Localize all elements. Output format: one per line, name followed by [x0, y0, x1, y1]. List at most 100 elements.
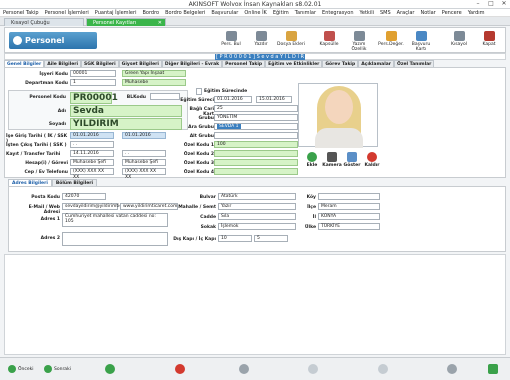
- adi-label: Adı: [57, 109, 66, 114]
- isyeri-kodu-field[interactable]: 00001: [70, 70, 116, 77]
- application-card-button[interactable]: Başvuru Kartı: [407, 30, 435, 52]
- gorev-field[interactable]: Muhasebe Şefi: [122, 159, 166, 166]
- menu-egitim[interactable]: Eğitim: [270, 9, 292, 17]
- menu-basvurular[interactable]: Başvurular: [208, 9, 241, 17]
- ev-field[interactable]: (XXX) XXX XX XX: [122, 168, 166, 180]
- email-label: E-Mail / Web Adresi: [28, 205, 60, 215]
- menu-puantaj[interactable]: Puantaj İşlemleri: [92, 9, 140, 17]
- kapi-label: Dış Kapı / İç Kapı: [173, 237, 216, 242]
- departman-adi-field: Muhasebe: [122, 79, 186, 86]
- hesap-field[interactable]: Muhasebe Şefi: [70, 159, 114, 166]
- menu-sms[interactable]: SMS: [377, 9, 394, 17]
- save-record-icon[interactable]: [308, 364, 318, 374]
- menu-personel-takip[interactable]: Personel Takip: [0, 9, 42, 17]
- ic-kapi-field[interactable]: 5: [254, 235, 288, 242]
- cep-field[interactable]: (XXX) XXX XX XX: [70, 168, 114, 180]
- giris-ssk-field[interactable]: 01.01.2016: [122, 132, 166, 139]
- grubu-select[interactable]: YÖNETİM: [214, 114, 298, 121]
- blkodu-field[interactable]: [150, 93, 180, 100]
- menu-entegrasyon[interactable]: Entegrasyon: [319, 9, 356, 17]
- adres-2-field[interactable]: [62, 232, 168, 246]
- menu-personel-islemleri[interactable]: Personel İşlemleri: [42, 9, 92, 17]
- shortcut-button[interactable]: Kısayol: [445, 30, 473, 52]
- soyadi-field[interactable]: YILDIRIM: [70, 118, 182, 130]
- departman-label: Departman Kodu: [25, 81, 68, 86]
- ozel-kodu-1-field[interactable]: 100: [214, 141, 298, 148]
- menu-yetkili[interactable]: Yetkili: [356, 9, 377, 17]
- previous-button[interactable]: Önceki: [8, 364, 34, 375]
- page-title: Personel Kayıtları: [9, 32, 97, 62]
- egitim-checkbox[interactable]: [196, 88, 202, 95]
- remove-photo-button[interactable]: Kaldır: [362, 152, 382, 168]
- menu-bordro[interactable]: Bordro: [139, 9, 162, 17]
- evaluation-button[interactable]: Pers.Değer.: [377, 30, 405, 52]
- photo-shoulders: [315, 128, 363, 148]
- egitim-bitis-field[interactable]: 15.01.2016: [256, 96, 292, 103]
- find-person-button[interactable]: Pers. Bul: [217, 30, 245, 52]
- toolbar-label: Pers.Değer.: [378, 42, 404, 47]
- bulvar-field[interactable]: Atatürk: [218, 193, 296, 200]
- close-icon[interactable]: ✕: [498, 0, 510, 8]
- ozel-kodu-2-field[interactable]: [214, 150, 298, 157]
- email-field[interactable]: sevdayildirim@yildirimtic: [62, 203, 122, 210]
- ulke-field[interactable]: TÜRKİYE: [318, 223, 380, 230]
- edit-record-icon[interactable]: [239, 364, 249, 374]
- camera-button[interactable]: Kamera: [322, 152, 342, 168]
- web-field[interactable]: www.yildirimticaret.com: [120, 203, 178, 210]
- menu-tanimlar[interactable]: Tanımlar: [292, 9, 319, 17]
- menu-yardim[interactable]: Yardım: [465, 9, 488, 17]
- card-icon: [415, 31, 427, 41]
- sokak-field[interactable]: İşlemok: [218, 223, 296, 230]
- adi-field[interactable]: Sevda: [70, 105, 182, 117]
- tab-kisayol[interactable]: Kısayol Çubuğu: [4, 18, 84, 26]
- next-button[interactable]: Sonraki: [44, 364, 71, 375]
- menu-pencere[interactable]: Pencere: [439, 9, 465, 17]
- ozel-kodu-4-field[interactable]: [214, 168, 298, 175]
- cikis-field[interactable]: . .: [70, 141, 114, 148]
- refresh-icon[interactable]: [447, 364, 457, 374]
- ilce-field[interactable]: Meram: [318, 203, 380, 210]
- personel-kodu-field[interactable]: PR00001: [70, 92, 118, 104]
- ozel-kodu-2-label: Özel Kodu 2: [183, 152, 214, 157]
- alt-grubu-select[interactable]: [214, 132, 298, 139]
- tab-personel-kayitlari[interactable]: Personel Kayıtları ✕: [86, 18, 166, 26]
- ozel-kodu-3-field[interactable]: [214, 159, 298, 166]
- ilce-label: İlçe: [307, 205, 316, 210]
- employee-photo: [298, 83, 378, 148]
- il-select[interactable]: KONYA: [318, 213, 380, 220]
- forward-icon: [44, 364, 52, 373]
- maximize-icon[interactable]: □: [485, 0, 497, 8]
- menu-araclar[interactable]: Araçlar: [394, 9, 418, 17]
- footer-toolbar: Önceki Sonraki: [0, 357, 510, 380]
- bagli-cari-field[interactable]: 25: [214, 105, 298, 112]
- transfer-field[interactable]: . .: [122, 150, 166, 157]
- egitim-baslangic-field[interactable]: 01.01.2016: [214, 96, 252, 103]
- departman-kodu-field[interactable]: 1: [70, 79, 116, 86]
- cadde-field[interactable]: Sıla: [218, 213, 296, 220]
- add-photo-button[interactable]: Ekle: [302, 152, 322, 168]
- print-button[interactable]: Yazdır: [247, 30, 275, 52]
- kayit-field[interactable]: 14.11.2016: [70, 150, 114, 157]
- mahalle-field[interactable]: Yazır: [218, 203, 296, 210]
- menu-bordro-belgeleri[interactable]: Bordro Belgeleri: [162, 9, 208, 17]
- tab-close-icon[interactable]: ✕: [158, 19, 162, 27]
- add-record-icon[interactable]: [105, 364, 115, 374]
- photo-button-label: Ekle: [306, 163, 318, 168]
- show-photo-button[interactable]: Göster: [342, 152, 362, 168]
- minimize-icon[interactable]: –: [472, 0, 484, 8]
- print-settings-button[interactable]: Yazım Özellik: [345, 30, 373, 52]
- posta-kodu-field[interactable]: 42070: [62, 193, 106, 200]
- capsule-button[interactable]: Kapsülle: [315, 30, 343, 52]
- menu-notlar[interactable]: Notlar: [417, 9, 438, 17]
- koy-field[interactable]: [318, 193, 380, 200]
- attachments-button[interactable]: Dosya Ekleri: [277, 30, 305, 52]
- dis-kapi-field[interactable]: 10: [218, 235, 252, 242]
- cancel-record-icon[interactable]: [378, 364, 388, 374]
- close-form-button[interactable]: Kapat: [475, 30, 503, 52]
- delete-record-icon[interactable]: [175, 364, 185, 374]
- adres-1-field[interactable]: Cumhuriyet mahallesi vatan caddesi no: 1…: [62, 213, 168, 227]
- menu-online-ik[interactable]: Online İK: [241, 9, 269, 17]
- ara-grubu-select[interactable]: SEVDA 1: [214, 123, 298, 130]
- giris-ik-field[interactable]: 01.01.2016: [70, 132, 114, 139]
- export-icon[interactable]: [488, 364, 498, 374]
